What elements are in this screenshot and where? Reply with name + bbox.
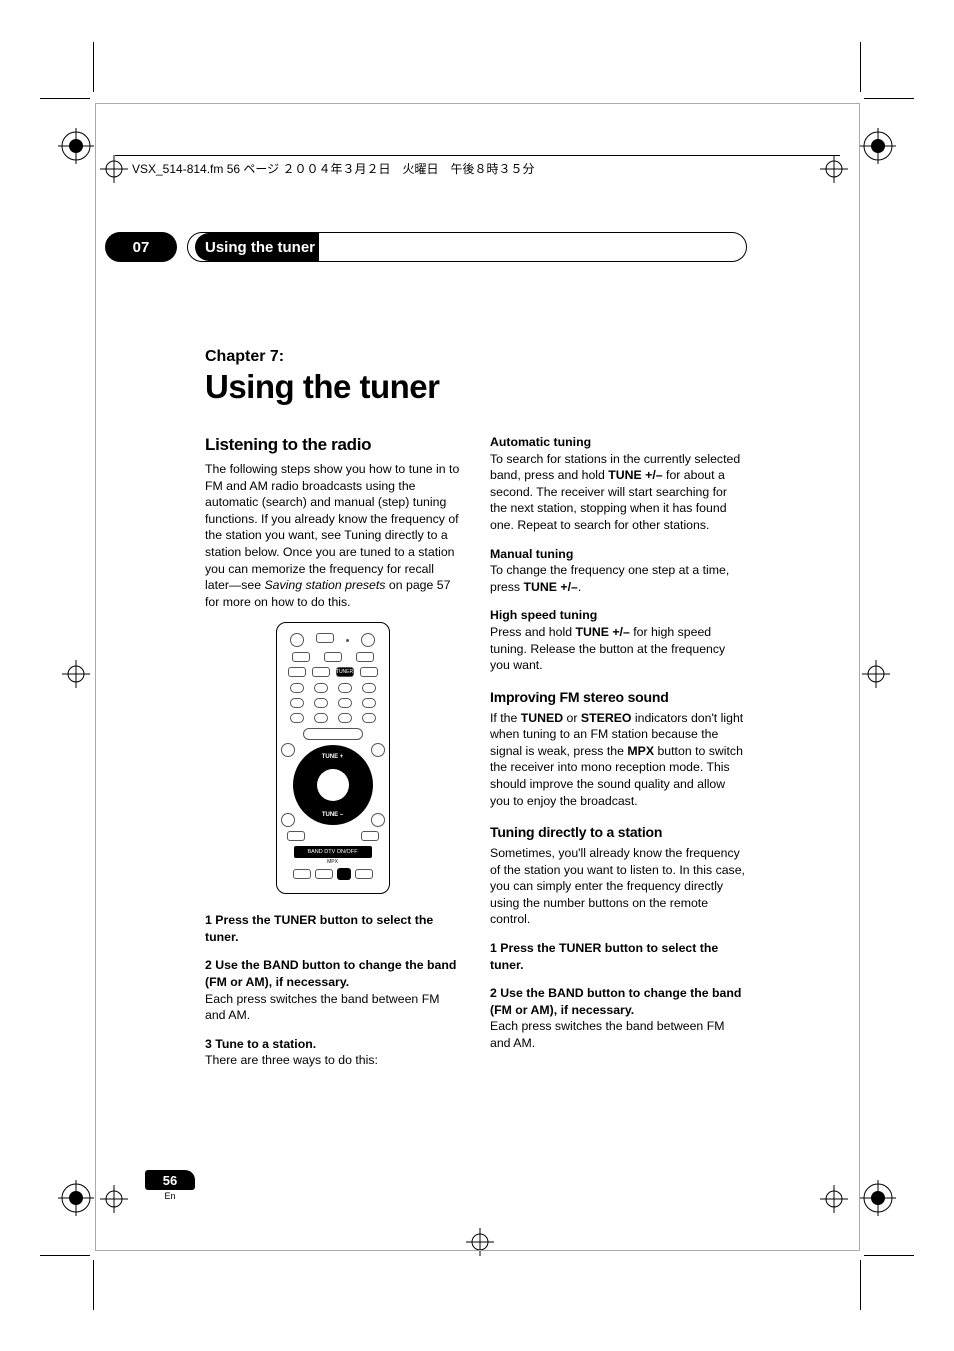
remote-button [281, 743, 295, 757]
remote-control-illustration: TUNER [276, 622, 390, 894]
chapter-label: Chapter 7: [205, 348, 745, 366]
crop-mark [40, 98, 90, 99]
remote-button [314, 713, 328, 723]
chapter-number-pill: 07 [105, 232, 177, 262]
crop-mark [93, 1260, 94, 1310]
direct-step-2-body: Each press switches the band between FM … [490, 1018, 745, 1051]
remote-led-icon [346, 639, 349, 642]
crosshair-icon [62, 660, 90, 688]
remote-button [338, 698, 352, 708]
auto-tuning-body: To search for stations in the currently … [490, 451, 745, 534]
text: . [578, 580, 581, 594]
remote-tuner-button: TUNER [336, 667, 354, 677]
remote-button [371, 743, 385, 757]
remote-button [290, 713, 304, 723]
remote-button [355, 869, 373, 879]
remote-button [293, 869, 311, 879]
remote-button [303, 728, 363, 740]
chapter-title: Using the tuner [205, 368, 745, 406]
mpx-key: MPX [627, 744, 654, 758]
tune-key: TUNE +/– [575, 625, 629, 639]
tune-key: TUNE +/– [524, 580, 578, 594]
intro-text: The following steps show you how to tune… [205, 462, 459, 592]
remote-button [324, 652, 342, 662]
remote-button [290, 698, 304, 708]
page-number: 56 En [145, 1170, 195, 1201]
dpad-tune-up-label: TUNE + [285, 753, 381, 761]
remote-mpx-label: MPX [285, 859, 381, 866]
registration-mark-icon [860, 1180, 896, 1216]
section-heading-listening: Listening to the radio [205, 434, 460, 457]
content-area: Chapter 7: Using the tuner Listening to … [205, 348, 745, 1069]
remote-button [312, 667, 330, 677]
tune-key: TUNE +/– [608, 468, 662, 482]
remote-button [360, 667, 378, 677]
remote-button [356, 652, 374, 662]
direct-step-1: 1 Press the TUNER button to select the t… [490, 940, 745, 973]
high-speed-body: Press and hold TUNE +/– for high speed t… [490, 624, 745, 674]
remote-button [290, 633, 304, 647]
high-speed-heading: High speed tuning [490, 607, 745, 624]
remote-band-bar: BAND DTV ON/OFF [294, 846, 372, 858]
page-language: En [145, 1191, 195, 1201]
remote-button [281, 813, 295, 827]
fm-stereo-body: If the TUNED or STEREO indicators don't … [490, 710, 745, 810]
intro-italic: Saving station presets [264, 578, 385, 592]
remote-button [314, 683, 328, 693]
direct-tuning-body: Sometimes, you'll already know the frequ… [490, 845, 745, 928]
text: or [563, 711, 581, 725]
remote-dpad: TUNE + TUNE – [285, 745, 381, 825]
chapter-header-bar: 07 Using the tuner [105, 232, 745, 262]
direct-step-2: 2 Use the BAND button to change the band… [490, 985, 745, 1018]
text: Press and hold [490, 625, 575, 639]
step-3: 3 Tune to a station. [205, 1036, 460, 1053]
header-filename: VSX_514-814.fm 56 ページ ２００４年３月２日 火曜日 午後８時… [128, 160, 539, 177]
crosshair-icon [862, 660, 890, 688]
manual-tuning-heading: Manual tuning [490, 546, 745, 563]
right-column: Automatic tuning To search for stations … [490, 434, 745, 1069]
registration-mark-icon [58, 128, 94, 164]
chapter-bar-title: Using the tuner [195, 233, 319, 261]
step-3-body: There are three ways to do this: [205, 1052, 460, 1069]
page-number-value: 56 [145, 1170, 195, 1190]
manual-tuning-body: To change the frequency one step at a ti… [490, 562, 745, 595]
remote-button [338, 713, 352, 723]
remote-button [292, 652, 310, 662]
registration-mark-icon [860, 128, 896, 164]
crop-mark [93, 42, 94, 92]
step-1: 1 Press the TUNER button to select the t… [205, 912, 460, 945]
text: If the [490, 711, 521, 725]
step-2: 2 Use the BAND button to change the band… [205, 957, 460, 990]
header-rule [115, 155, 840, 156]
step-2-body: Each press switches the band between FM … [205, 991, 460, 1024]
fm-stereo-heading: Improving FM stereo sound [490, 688, 745, 707]
stereo-key: STEREO [581, 711, 632, 725]
remote-button [316, 633, 334, 643]
remote-button [338, 683, 352, 693]
direct-tuning-heading: Tuning directly to a station [490, 823, 745, 842]
remote-button [361, 633, 375, 647]
dpad-tune-down-label: TUNE – [285, 811, 381, 819]
remote-button [315, 869, 333, 879]
crop-mark [40, 1255, 90, 1256]
remote-button [362, 683, 376, 693]
left-column: Listening to the radio The following ste… [205, 434, 460, 1069]
intro-paragraph: The following steps show you how to tune… [205, 461, 460, 610]
remote-button [362, 713, 376, 723]
remote-button [337, 868, 351, 880]
registration-mark-icon [58, 1180, 94, 1216]
remote-button [287, 831, 305, 841]
crop-mark [860, 42, 861, 92]
tuned-key: TUNED [521, 711, 563, 725]
remote-button [290, 683, 304, 693]
auto-tuning-heading: Automatic tuning [490, 434, 745, 451]
remote-button [371, 813, 385, 827]
remote-button [362, 698, 376, 708]
remote-button [288, 667, 306, 677]
crop-mark [864, 98, 914, 99]
remote-button [361, 831, 379, 841]
crop-mark [860, 1260, 861, 1310]
remote-button [314, 698, 328, 708]
crop-mark [864, 1255, 914, 1256]
